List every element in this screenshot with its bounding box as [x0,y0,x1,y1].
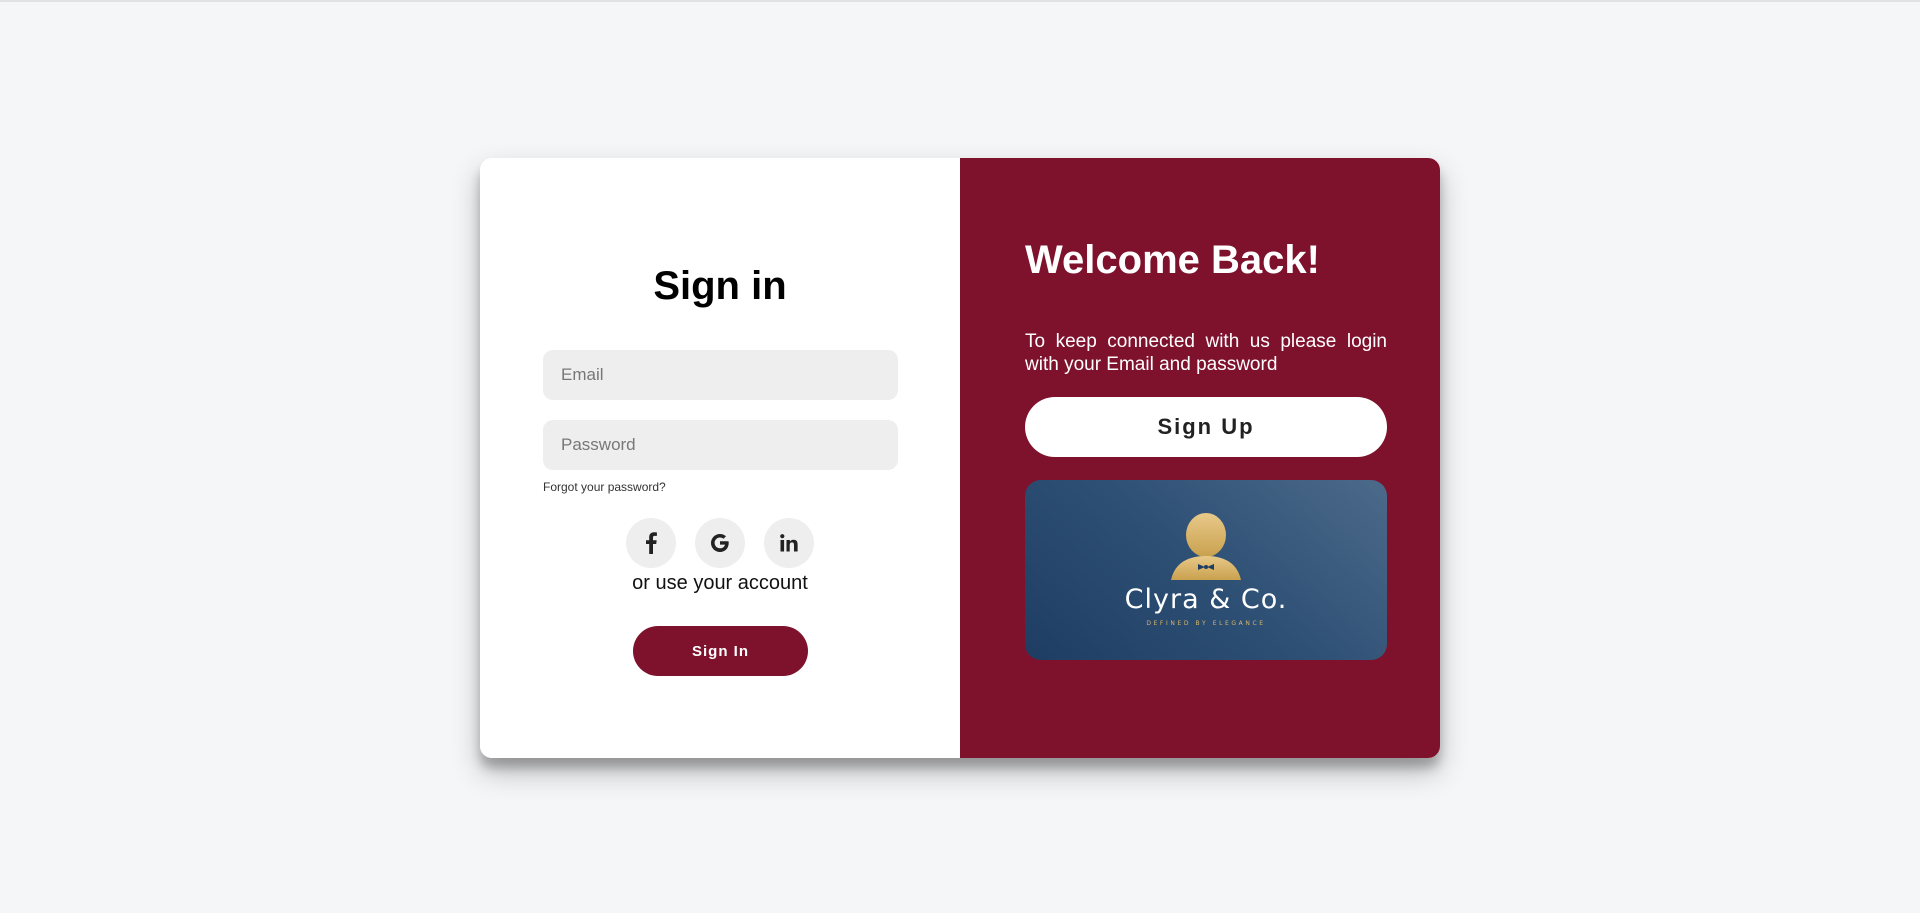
linkedin-login-button[interactable] [764,518,814,568]
auth-card: Sign in Forgot your password? [480,158,1440,758]
brand-tagline: DEFINED BY ELEGANCE [1146,620,1266,627]
password-field[interactable] [543,420,898,470]
forgot-password-link[interactable]: Forgot your password? [543,480,666,494]
facebook-icon [646,532,657,554]
linkedin-icon [780,534,798,552]
brand-logo: Clyra & Co. DEFINED BY ELEGANCE [1025,480,1387,660]
signin-panel: Sign in Forgot your password? [480,158,960,758]
welcome-text: To keep connected with us please login w… [1025,331,1387,375]
brand-name: Clyra & Co. [1124,584,1288,615]
signin-title: Sign in [653,264,787,308]
social-login-group [626,518,814,568]
sign-in-button[interactable]: Sign In [633,626,808,676]
welcome-panel: Welcome Back! To keep connected with us … [960,158,1440,758]
google-icon [711,534,729,552]
welcome-title: Welcome Back! [1025,238,1320,282]
top-border-line [0,0,1920,2]
facebook-login-button[interactable] [626,518,676,568]
sign-up-button[interactable]: Sign Up [1025,397,1387,457]
email-field[interactable] [543,350,898,400]
gentleman-logo-icon [1171,513,1241,580]
google-login-button[interactable] [695,518,745,568]
alternate-login-text: or use your account [632,572,808,594]
